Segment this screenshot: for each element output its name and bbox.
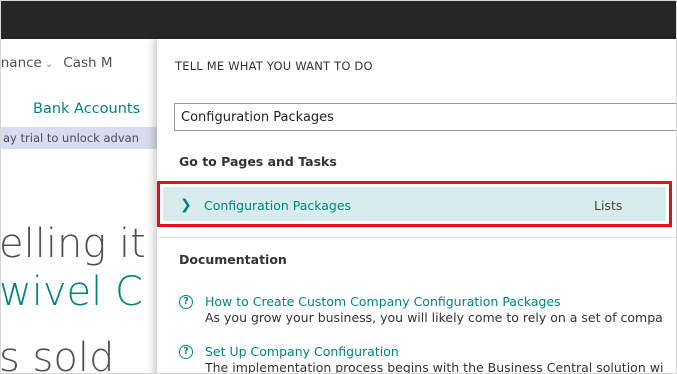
top-bar bbox=[1, 1, 676, 39]
nav-item-cash-management[interactable]: Cash M bbox=[63, 55, 112, 71]
doc-title[interactable]: How to Create Custom Company Configurati… bbox=[205, 294, 561, 309]
help-icon: ? bbox=[179, 295, 193, 309]
doc-title[interactable]: Set Up Company Configuration bbox=[205, 344, 399, 359]
nav-item-finance[interactable]: inance bbox=[1, 55, 42, 71]
doc-description: As you grow your business, you will like… bbox=[205, 310, 663, 325]
help-icon: ? bbox=[179, 345, 193, 359]
trial-banner: ay trial to unlock advan bbox=[1, 127, 161, 149]
doc-description: The implementation process begins with t… bbox=[205, 360, 664, 374]
headline-line-2: wivel C bbox=[1, 269, 143, 315]
headline-line-3: s sold bbox=[1, 335, 115, 374]
section-docs-heading: Documentation bbox=[179, 252, 287, 267]
role-center-nav: inance ⌄ Cash M bbox=[1, 55, 113, 71]
app-window: inance ⌄ Cash M Bank Accounts ay trial to … bbox=[0, 0, 677, 374]
headline-line-1: elling it bbox=[1, 221, 146, 267]
background-page: inance ⌄ Cash M Bank Accounts ay trial to … bbox=[1, 39, 161, 374]
result-configuration-packages[interactable]: ❯ Configuration Packages Lists bbox=[157, 181, 672, 227]
chevron-right-icon: ❯ bbox=[180, 197, 192, 213]
bank-accounts-link[interactable]: Bank Accounts bbox=[33, 101, 140, 117]
tell-me-panel: TELL ME WHAT YOU WANT TO DO Go to Pages … bbox=[157, 39, 676, 374]
result-category: Lists bbox=[594, 198, 623, 213]
section-pages-heading: Go to Pages and Tasks bbox=[179, 154, 337, 169]
divider bbox=[157, 237, 676, 238]
result-label: Configuration Packages bbox=[204, 198, 352, 213]
panel-title: TELL ME WHAT YOU WANT TO DO bbox=[175, 59, 373, 73]
search-input[interactable] bbox=[174, 103, 676, 131]
chevron-down-icon[interactable]: ⌄ bbox=[45, 59, 53, 70]
